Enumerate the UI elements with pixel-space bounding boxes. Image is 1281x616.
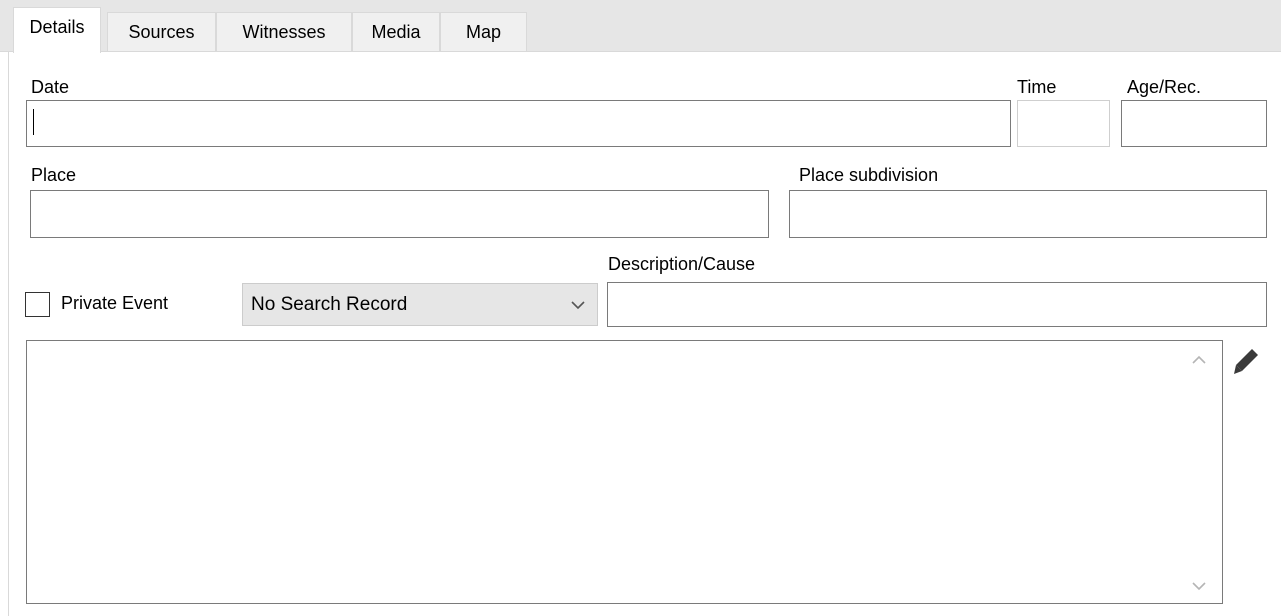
time-input[interactable] xyxy=(1017,100,1110,147)
scroll-down-icon[interactable] xyxy=(1192,581,1206,591)
chevron-down-icon xyxy=(571,301,585,310)
tab-sources[interactable]: Sources xyxy=(107,12,216,51)
place-subdivision-label: Place subdivision xyxy=(799,165,939,185)
age-rec-label: Age/Rec. xyxy=(1127,77,1202,97)
time-label: Time xyxy=(1017,77,1057,97)
place-input[interactable] xyxy=(30,190,769,238)
date-input[interactable] xyxy=(26,100,1011,147)
pencil-icon[interactable] xyxy=(1232,346,1260,376)
description-cause-label: Description/Cause xyxy=(608,254,756,274)
place-subdivision-input[interactable] xyxy=(789,190,1267,238)
scroll-up-icon[interactable] xyxy=(1192,355,1206,365)
notes-textarea[interactable] xyxy=(26,340,1223,604)
tab-map[interactable]: Map xyxy=(440,12,527,51)
place-label: Place xyxy=(31,165,77,185)
private-event-label[interactable]: Private Event xyxy=(61,293,168,314)
search-record-value: No Search Record xyxy=(251,294,408,315)
text-caret xyxy=(33,109,34,135)
tab-witnesses[interactable]: Witnesses xyxy=(216,12,352,51)
private-event-checkbox[interactable] xyxy=(25,292,50,317)
date-label: Date xyxy=(31,77,70,97)
description-cause-input[interactable] xyxy=(607,282,1267,327)
age-rec-input[interactable] xyxy=(1121,100,1267,147)
tab-details[interactable]: Details xyxy=(13,7,101,53)
search-record-select[interactable]: No Search Record xyxy=(242,283,598,326)
tab-media[interactable]: Media xyxy=(352,12,440,51)
